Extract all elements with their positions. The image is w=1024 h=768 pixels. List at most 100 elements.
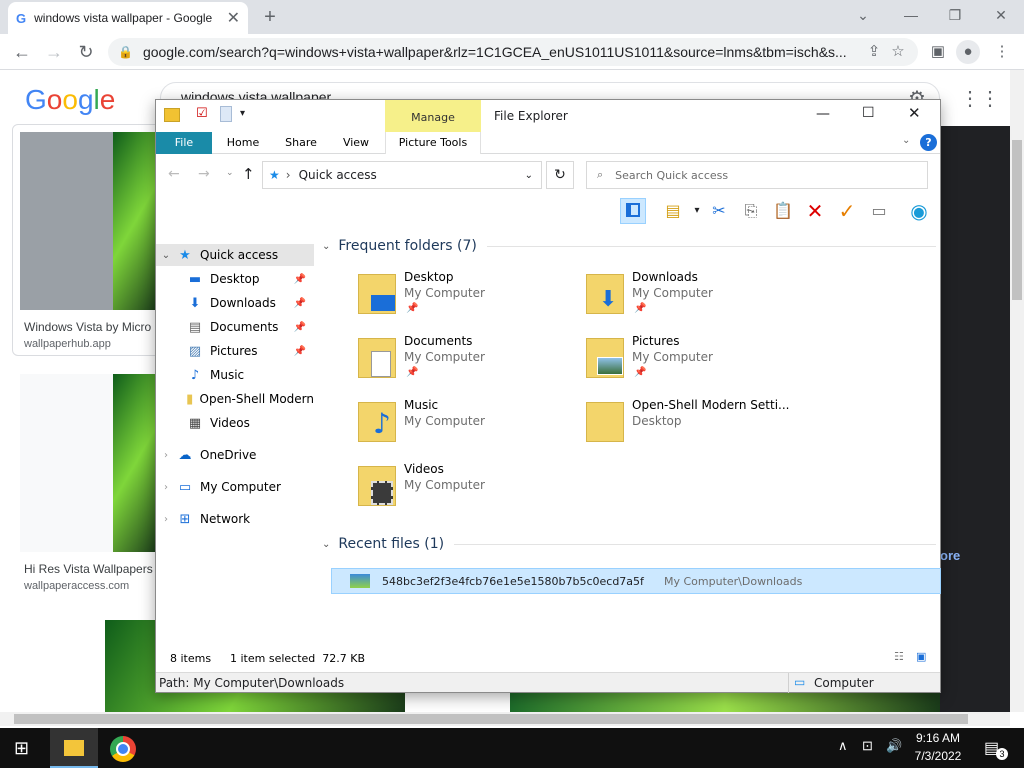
share-icon[interactable]: ⇪ xyxy=(862,40,886,64)
expand-chevron-icon[interactable]: › xyxy=(156,514,176,525)
new-folder-menu-icon[interactable]: ▤ xyxy=(660,198,686,224)
collapse-chevron-icon[interactable]: ⌄ xyxy=(322,539,330,550)
horizontal-scroll-thumb[interactable] xyxy=(14,714,968,724)
chrome-menu-icon[interactable]: ⋮ xyxy=(990,40,1014,64)
new-folder-icon[interactable] xyxy=(220,106,232,122)
paste-icon[interactable]: 📋 xyxy=(770,198,796,224)
recent-locations-icon[interactable]: ⌄ xyxy=(226,168,234,178)
refresh-icon[interactable]: ↻ xyxy=(546,161,574,189)
large-icons-view-icon[interactable]: ▣ xyxy=(916,650,926,663)
forward-icon[interactable]: → xyxy=(42,40,66,64)
folder-tile-documents[interactable]: Documents My Computer 📌 xyxy=(358,334,578,394)
browser-tab[interactable]: G windows vista wallpaper - Google ✕ xyxy=(8,2,248,34)
side-panel-icon[interactable]: ▣ xyxy=(926,40,950,64)
folder-tile-downloads[interactable]: ⬇ Downloads My Computer 📌 xyxy=(586,270,806,330)
tab-share[interactable]: Share xyxy=(276,132,326,154)
cut-icon[interactable]: ✂ xyxy=(706,198,732,224)
nav-item-documents[interactable]: ▤ Documents 📌 xyxy=(156,316,314,338)
folder-tile-desktop[interactable]: Desktop My Computer 📌 xyxy=(358,270,578,330)
address-field[interactable]: ★ › Quick access ⌄ xyxy=(262,161,542,189)
help-icon[interactable]: ? xyxy=(920,134,937,151)
copy-icon[interactable]: ⎘ xyxy=(738,198,764,224)
recent-files-header[interactable]: ⌄ Recent files (1) xyxy=(322,536,936,552)
close-window-button[interactable]: ✕ xyxy=(978,0,1024,30)
collapse-chevron-icon[interactable]: ⌄ xyxy=(322,241,330,252)
image-result-thumbnail-wallpaper[interactable] xyxy=(113,374,158,552)
properties-icon[interactable]: ☑ xyxy=(196,106,208,121)
address-bar[interactable]: 🔒 google.com/search?q=windows+vista+wall… xyxy=(108,38,918,66)
tab-home[interactable]: Home xyxy=(218,132,268,154)
minimize-icon[interactable]: — xyxy=(816,106,830,122)
nav-label: Pictures xyxy=(210,344,258,358)
up-arrow-icon[interactable]: ↑ xyxy=(242,165,255,183)
nav-item-music[interactable]: ♪ Music xyxy=(156,364,314,386)
details-view-icon[interactable]: ☷ xyxy=(894,650,904,663)
nav-item-open-shell[interactable]: ▮ Open-Shell Modern xyxy=(156,388,314,410)
profile-avatar-icon[interactable]: ● xyxy=(956,40,980,64)
nav-item-my-computer[interactable]: › ▭ My Computer xyxy=(156,476,314,498)
folder-icon: ▮ xyxy=(186,391,194,407)
folder-tile-open-shell[interactable]: Open-Shell Modern Setti... Desktop xyxy=(586,398,806,458)
nav-item-onedrive[interactable]: › ☁ OneDrive xyxy=(156,444,314,466)
nav-item-network[interactable]: › ⊞ Network xyxy=(156,508,314,530)
minimize-button[interactable]: — xyxy=(888,0,934,30)
back-arrow-icon[interactable]: ← xyxy=(168,166,180,182)
nav-item-videos[interactable]: ▦ Videos xyxy=(156,412,314,434)
restore-button[interactable]: ❐ xyxy=(932,0,978,30)
clock-date[interactable]: 7/3/2022 xyxy=(900,749,976,763)
nav-item-pictures[interactable]: ▨ Pictures 📌 xyxy=(156,340,314,362)
new-tab-button[interactable]: + xyxy=(258,4,282,30)
preview-pane-icon[interactable] xyxy=(620,198,646,224)
delete-icon[interactable]: ✕ xyxy=(802,198,828,224)
recent-file-row[interactable]: 548bc3ef2f3e4fcb76e1e5e1580b7b5c0ecd7a5f… xyxy=(331,568,941,594)
start-button-windows-icon[interactable]: ⊞ xyxy=(14,738,29,759)
tab-picture-tools[interactable]: Picture Tools xyxy=(385,132,481,154)
result-title[interactable]: Windows Vista by Micro xyxy=(24,320,151,334)
vertical-scroll-thumb[interactable] xyxy=(1012,140,1022,300)
bookmark-star-icon[interactable]: ☆ xyxy=(886,40,910,64)
customize-toolbar-icon[interactable]: ▾ xyxy=(240,108,245,119)
clock-time[interactable]: 9:16 AM xyxy=(900,731,976,745)
tab-search-icon[interactable]: ⌄ xyxy=(840,0,886,30)
more-link[interactable]: ore xyxy=(940,548,960,563)
nav-item-quick-access[interactable]: ⌄ ★ Quick access xyxy=(156,244,314,266)
downloads-folder-icon: ⬇ xyxy=(586,274,624,314)
expand-chevron-icon[interactable]: ⌄ xyxy=(156,250,176,261)
open-shell-icon[interactable]: ◉ xyxy=(906,198,932,224)
expand-chevron-icon[interactable]: › xyxy=(156,482,176,493)
folder-tile-videos[interactable]: Videos My Computer xyxy=(358,462,578,522)
folder-tile-pictures[interactable]: Pictures My Computer 📌 xyxy=(586,334,806,394)
nav-item-desktop[interactable]: ▬ Desktop 📌 xyxy=(156,268,314,290)
group-title: Frequent folders (7) xyxy=(338,238,477,254)
properties-card-icon[interactable]: ▭ xyxy=(866,198,892,224)
folder-name: Downloads xyxy=(632,270,698,284)
google-favicon-icon: G xyxy=(16,10,27,26)
rename-check-icon[interactable]: ✓ xyxy=(834,198,860,224)
nav-label: Open-Shell Modern xyxy=(199,392,315,406)
maximize-icon[interactable]: ☐ xyxy=(862,105,875,121)
expand-ribbon-icon[interactable]: ⌄ xyxy=(902,135,910,146)
tab-view[interactable]: View xyxy=(332,132,380,154)
expand-chevron-icon[interactable]: › xyxy=(156,450,176,461)
nav-label: Desktop xyxy=(210,272,260,286)
notification-count-badge: 3 xyxy=(996,748,1008,760)
frequent-folders-header[interactable]: ⌄ Frequent folders (7) xyxy=(322,238,936,254)
command-toolbar: ▤ ▾ ✂ ⎘ 📋 ✕ ✓ ▭ ◉ xyxy=(156,196,940,226)
address-row: ← → ⌄ ↑ ★ › Quick access ⌄ ↻ ⌕ Search Qu… xyxy=(156,156,940,194)
show-hidden-icons[interactable]: ∧ xyxy=(838,738,848,754)
reload-icon[interactable]: ↻ xyxy=(74,40,98,64)
result-source: wallpaperhub.app xyxy=(24,338,111,350)
search-box[interactable]: ⌕ Search Quick access xyxy=(586,161,928,189)
folder-tile-music[interactable]: ♪ Music My Computer xyxy=(358,398,578,458)
apps-grid-icon[interactable]: ⋮⋮ xyxy=(960,86,1000,111)
network-status-icon[interactable]: ⊡ xyxy=(862,738,873,754)
nav-item-downloads[interactable]: ⬇ Downloads 📌 xyxy=(156,292,314,314)
back-icon[interactable]: ← xyxy=(10,40,34,64)
address-dropdown-icon[interactable]: ⌄ xyxy=(525,170,533,181)
close-icon[interactable]: ✕ xyxy=(908,104,921,122)
forward-arrow-icon[interactable]: → xyxy=(198,166,210,182)
result-title[interactable]: Hi Res Vista Wallpapers xyxy=(24,562,153,576)
tab-file[interactable]: File xyxy=(156,132,212,154)
pin-icon: 📌 xyxy=(634,367,647,378)
close-tab-icon[interactable]: ✕ xyxy=(227,8,240,28)
